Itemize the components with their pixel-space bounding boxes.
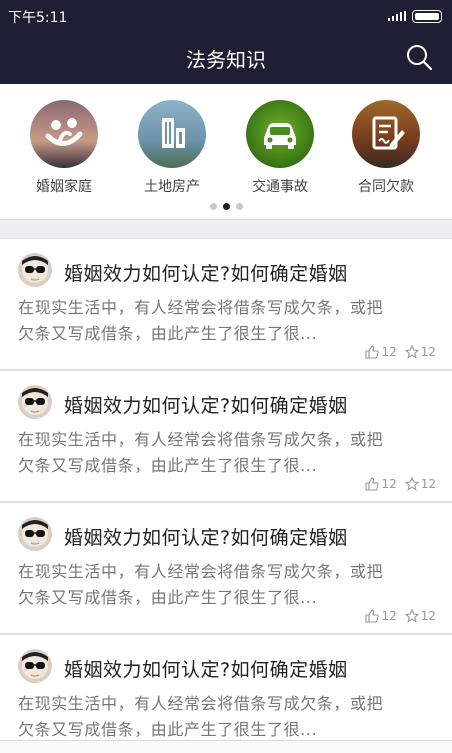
article-stats: 12 12 [365,345,436,359]
summary-line: 在现实生活中，有人经常会将借条写成欠条，或把 [18,562,384,581]
signal-icon [388,11,406,21]
article-title: 婚姻效力如何认定?如何确定婚姻 [64,263,348,285]
favorite-count: 12 [420,477,436,491]
category-contract-debt[interactable]: 合同欠款 [336,100,436,196]
like-count: 12 [381,609,397,623]
category-label: 土地房产 [144,179,200,195]
article-summary: 在现实生活中，有人经常会将借条写成欠条，或把 欠条又写成借条，由此产生了很生了很… [18,295,438,347]
building-icon [138,100,206,168]
carousel-indicator [0,203,452,210]
thumbs-up-icon [365,345,379,359]
carousel-dot[interactable] [209,203,217,210]
category-label: 合同欠款 [358,179,414,195]
header-bar: 法务知识 [0,30,452,84]
contract-icon [352,100,420,168]
search-icon [407,45,433,71]
category-label: 婚姻家庭 [36,179,92,195]
like-button[interactable]: 12 [365,477,397,491]
article-card[interactable]: 婚姻效力如何认定?如何确定婚姻 在现实生活中，有人经常会将借条写成欠条，或把 欠… [0,238,452,370]
article-card[interactable]: 婚姻效力如何认定?如何确定婚姻 在现实生活中，有人经常会将借条写成欠条，或把 欠… [0,370,452,502]
summary-line: 欠条又写成借条，由此产生了很生了很... [18,456,318,475]
article-title: 婚姻效力如何认定?如何确定婚姻 [64,659,348,681]
like-button[interactable]: 12 [365,609,397,623]
status-time: 下午5:11 [8,10,68,26]
article-summary: 在现实生活中，有人经常会将借条写成欠条，或把 欠条又写成借条，由此产生了很生了很… [18,559,438,611]
summary-line: 欠条又写成借条，由此产生了很生了很... [18,324,318,343]
summary-line: 在现实生活中，有人经常会将借条写成欠条，或把 [18,694,384,713]
avatar [18,517,52,551]
like-button[interactable]: 12 [365,345,397,359]
car-icon [246,100,314,168]
favorite-button[interactable]: 12 [404,477,436,491]
family-icon [30,100,98,168]
category-panel: 婚姻家庭 土地房产 交通事故 合同欠款 [0,84,452,220]
avatar [18,385,52,419]
article-card[interactable]: 婚姻效力如何认定?如何确定婚姻 在现实生活中，有人经常会将借条写成欠条，或把 欠… [0,502,452,634]
summary-line: 欠条又写成借条，由此产生了很生了很... [18,588,318,607]
avatar [18,253,52,287]
favorite-button[interactable]: 12 [404,345,436,359]
article-stats: 12 12 [365,477,436,491]
search-button[interactable] [404,42,434,72]
favorite-count: 12 [420,345,436,359]
favorite-button[interactable]: 12 [404,609,436,623]
carousel-dot[interactable] [235,203,243,210]
status-bar: 下午5:11 [0,0,452,30]
article-stats: 12 12 [365,609,436,623]
page-title: 法务知识 [186,48,266,72]
bottom-tab-bar[interactable] [0,740,452,753]
thumbs-up-icon [365,477,379,491]
carousel-dot-active[interactable] [222,203,230,210]
category-land-property[interactable]: 土地房产 [122,100,222,196]
category-marriage-family[interactable]: 婚姻家庭 [14,100,114,196]
article-card[interactable]: 婚姻效力如何认定?如何确定婚姻 在现实生活中，有人经常会将借条写成欠条，或把 欠… [0,634,452,753]
like-count: 12 [381,477,397,491]
article-summary: 在现实生活中，有人经常会将借条写成欠条，或把 欠条又写成借条，由此产生了很生了很… [18,427,438,479]
article-summary: 在现实生活中，有人经常会将借条写成欠条，或把 欠条又写成借条，由此产生了很生了很… [18,691,438,743]
category-traffic-accident[interactable]: 交通事故 [230,100,330,196]
article-title: 婚姻效力如何认定?如何确定婚姻 [64,395,348,417]
favorite-count: 12 [420,609,436,623]
category-label: 交通事故 [252,179,308,195]
star-icon [404,609,419,623]
summary-line: 在现实生活中，有人经常会将借条写成欠条，或把 [18,298,384,317]
star-icon [404,477,419,491]
thumbs-up-icon [365,609,379,623]
battery-icon [412,10,442,23]
summary-line: 在现实生活中，有人经常会将借条写成欠条，或把 [18,430,384,449]
star-icon [404,345,419,359]
avatar [18,649,52,683]
like-count: 12 [381,345,397,359]
article-title: 婚姻效力如何认定?如何确定婚姻 [64,527,348,549]
